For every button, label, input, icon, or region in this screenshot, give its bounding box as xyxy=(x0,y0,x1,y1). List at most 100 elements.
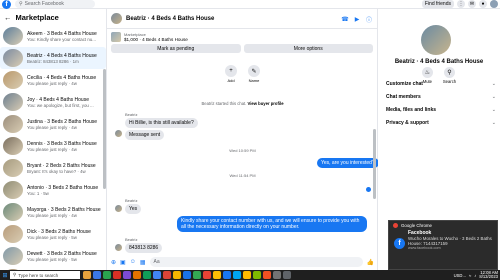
privacy-support-row[interactable]: Privacy & support ⌄ xyxy=(386,120,496,126)
sidebar-scrollbar[interactable] xyxy=(103,69,106,189)
contact-name: Beatriz · 4 Beds 4 Baths House xyxy=(394,59,484,65)
conversation-preview: You please just reply · 4w xyxy=(27,146,77,152)
system-clock[interactable]: 12:08 AM 8/13/2023 xyxy=(479,270,498,280)
image-icon[interactable]: ▣ xyxy=(120,259,126,266)
like-icon[interactable]: 👍 xyxy=(367,259,374,266)
conversation-item[interactable]: Dick · 3 Beds 2 Baths House You please ju… xyxy=(0,223,106,245)
taskbar-app-icon[interactable] xyxy=(243,271,251,279)
view-buyer-profile-link[interactable]: View buyer profile xyxy=(248,101,284,106)
listing-thumbnail xyxy=(3,225,23,243)
chat-avatar[interactable] xyxy=(111,13,122,24)
message-composer: ⊕ ▣ ☺ ▦ Aa 👍 xyxy=(107,254,378,270)
incoming-message[interactable]: Message sent xyxy=(125,130,165,140)
weather-widget[interactable]: USD... xyxy=(454,273,466,278)
listing-thumbnail xyxy=(3,181,23,199)
taskbar-app-icon[interactable] xyxy=(263,271,271,279)
menu-grid-icon[interactable]: ⋮ xyxy=(457,0,465,8)
conversation-item[interactable]: Cecilia · 4 Beds 4 Baths House You please… xyxy=(0,69,106,91)
find-friends-button[interactable]: Find friends xyxy=(421,0,454,8)
messenger-icon[interactable]: ✉ xyxy=(468,0,476,8)
taskbar-app-icon[interactable] xyxy=(253,271,261,279)
sender-avatar xyxy=(115,205,122,212)
plus-circle-icon[interactable]: ⊕ xyxy=(111,259,116,266)
conversation-preview: You: 1 · 5w xyxy=(27,190,49,196)
quick-add-button[interactable]: + Add xyxy=(225,65,237,83)
message-input[interactable]: Aa xyxy=(149,257,363,267)
conversation-item[interactable]: Antonio · 3 Beds 2 Baths House You: 1 · 5… xyxy=(0,179,106,201)
taskbar-app-icon[interactable] xyxy=(283,271,291,279)
sender-avatar xyxy=(115,244,122,251)
conversation-item[interactable]: Beatriz · 4 Beds 4 Baths House Beatriz: 8… xyxy=(0,47,106,69)
taskbar-app-icon[interactable] xyxy=(273,271,281,279)
conversation-item[interactable]: Dewett · 3 Beds 2 Baths House You please … xyxy=(0,245,106,267)
taskbar-app-icon[interactable] xyxy=(103,271,111,279)
listing-thumbnail xyxy=(111,31,121,42)
row-label: Customize chat xyxy=(386,81,423,87)
marketplace-conversation-list: ← Marketplace Akeem · 3 Beds 4 Baths Hou… xyxy=(0,9,107,270)
incoming-message[interactable]: Yes xyxy=(125,204,142,214)
conversation-item[interactable]: Bryant · 2 Beds 2 Baths House Bryant: It'… xyxy=(0,157,106,179)
conversation-preview: Bryant: It's okay to have? · 4w xyxy=(27,168,86,174)
taskbar-app-icon[interactable] xyxy=(203,271,211,279)
listing-thumbnail xyxy=(3,115,23,133)
windows-start-icon[interactable]: ⊞ xyxy=(0,270,10,280)
quick-name-button[interactable]: ✎ Name xyxy=(248,65,260,83)
taskbar-app-icon[interactable] xyxy=(233,271,241,279)
more-options-button[interactable]: More options xyxy=(243,44,373,53)
timestamp: Wed 11:54 PM xyxy=(229,173,256,178)
taskbar-app-icon[interactable] xyxy=(183,271,191,279)
message-thread: + Add ✎ Name Beatriz started this chat. … xyxy=(107,61,379,253)
media-files-links-row[interactable]: Media, files and links ⌄ xyxy=(386,107,496,113)
taskbar-app-icon[interactable] xyxy=(143,271,151,279)
info-icon[interactable]: ⓘ xyxy=(365,15,373,24)
customize-chat-row[interactable]: Customize chat ⌄ xyxy=(386,81,496,87)
profile-avatar[interactable] xyxy=(490,0,498,8)
taskbar-app-icon[interactable] xyxy=(153,271,161,279)
marketplace-title: Marketplace xyxy=(15,13,59,22)
chrome-notification[interactable]: Google Chrome f Facebook Wucho Morales t… xyxy=(388,220,498,270)
conversation-item[interactable]: Akeem · 3 Beds 4 Baths House You: Kindly … xyxy=(0,25,106,47)
taskbar-app-icon[interactable] xyxy=(133,271,141,279)
chat-title[interactable]: Beatriz · 4 Beds 4 Baths House xyxy=(126,16,214,22)
row-label: Privacy & support xyxy=(386,120,429,126)
conversation-item[interactable]: Mayorga · 3 Beds 2 Baths House You please… xyxy=(0,201,106,223)
video-call-icon[interactable]: ▶ xyxy=(353,15,361,23)
gif-icon[interactable]: ▦ xyxy=(140,259,146,266)
taskbar-app-icon[interactable] xyxy=(173,271,181,279)
outgoing-message[interactable]: Yes, are you interested? xyxy=(317,158,379,168)
facebook-logo-icon[interactable]: f xyxy=(2,0,11,9)
listing-thumbnail xyxy=(3,203,23,221)
search-icon: ⚲ xyxy=(13,272,17,277)
back-arrow-icon[interactable]: ← xyxy=(4,13,12,22)
taskbar-app-icon[interactable] xyxy=(113,271,121,279)
conversation-item[interactable]: Justina · 3 Beds 2 Baths House You please… xyxy=(0,113,106,135)
taskbar-app-icon[interactable] xyxy=(83,271,91,279)
notifications-bell-icon[interactable]: ● xyxy=(479,0,487,8)
taskbar-search-input[interactable]: ⚲ Type here to search xyxy=(10,271,80,279)
wifi-icon[interactable]: ≈ xyxy=(469,273,471,278)
taskbar-app-icon[interactable] xyxy=(163,271,171,279)
listing-summary[interactable]: Marketplace $1,000 · 4 Beds 4 Baths Hous… xyxy=(107,29,377,44)
search-facebook-input[interactable]: ⚲ Search Facebook xyxy=(15,0,95,8)
conversation-preview: You please just reply · 4w xyxy=(27,80,77,86)
conversation-item[interactable]: Joy · 4 Beds 4 Baths House You: we apolog… xyxy=(0,91,106,113)
sticker-icon[interactable]: ☺ xyxy=(130,259,136,265)
outgoing-message[interactable]: Kindly share your contact number with us… xyxy=(177,216,367,232)
incoming-message[interactable]: Hi Billie, is this still available? xyxy=(125,118,198,128)
incoming-message[interactable]: 843813 8286 xyxy=(125,243,163,253)
taskbar-app-icon[interactable] xyxy=(123,271,131,279)
contact-avatar[interactable] xyxy=(421,25,451,55)
chat-scrollbar[interactable] xyxy=(373,129,376,199)
chat-members-row[interactable]: Chat members ⌄ xyxy=(386,94,496,100)
facebook-top-bar: f ⚲ Search Facebook Find friends ⋮ ✉ ● xyxy=(0,0,500,9)
conversation-item[interactable]: Dennis · 3 Beds 3 Baths House You please … xyxy=(0,135,106,157)
taskbar-app-icon[interactable] xyxy=(223,271,231,279)
taskbar-app-icon[interactable] xyxy=(193,271,201,279)
mark-as-pending-button[interactable]: Mark as pending xyxy=(111,44,241,53)
chevron-down-icon: ⌄ xyxy=(491,94,496,100)
taskbar-app-icon[interactable] xyxy=(213,271,221,279)
taskbar-app-icon[interactable] xyxy=(93,271,101,279)
phone-icon[interactable]: ☎ xyxy=(341,15,349,23)
conversation-preview: You: we apologize, but first, you ... xyxy=(27,102,94,108)
volume-icon[interactable]: ♪ xyxy=(474,273,476,278)
